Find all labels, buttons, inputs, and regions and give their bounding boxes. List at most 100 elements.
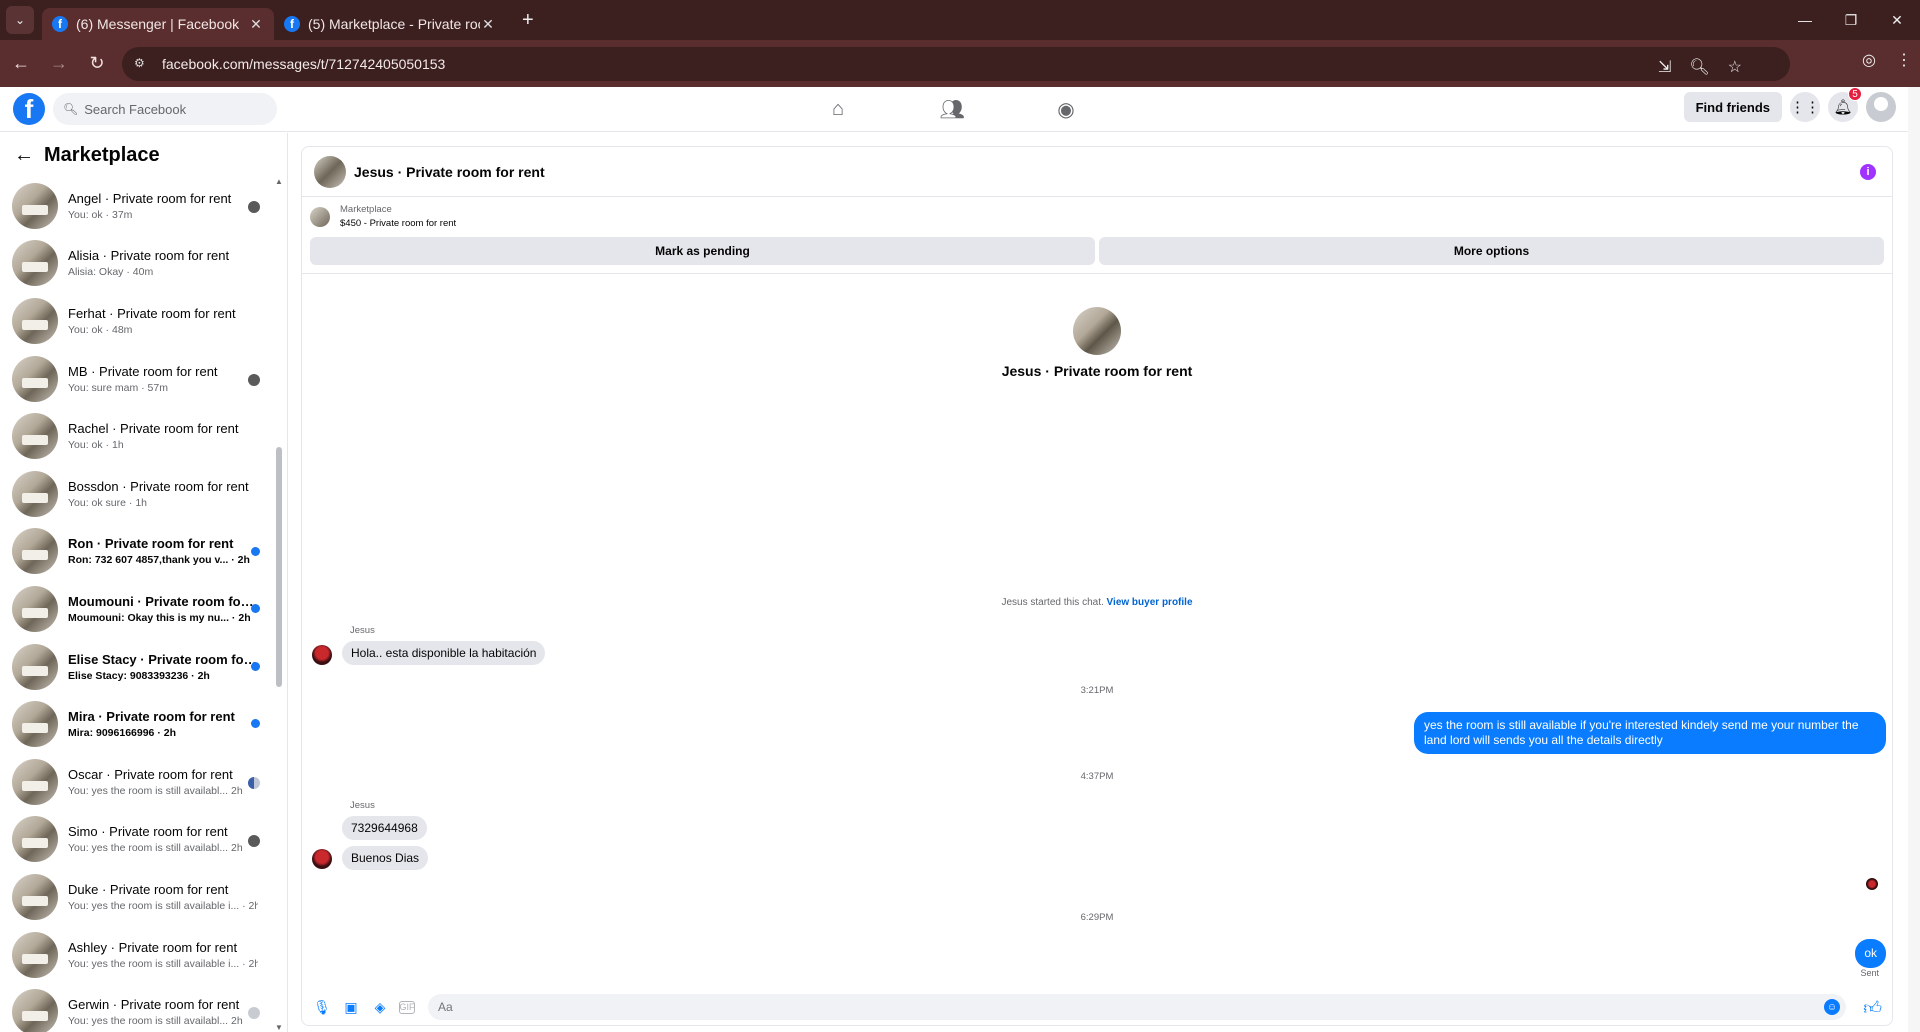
conversation-snippet: You: sure mam · 57m <box>68 381 168 394</box>
conversation-snippet: You: yes the room is still availabl... 2… <box>68 842 243 855</box>
unread-dot <box>251 604 260 614</box>
close-tab-icon[interactable]: ✕ <box>248 16 264 33</box>
scroll-up-icon[interactable]: ▲ <box>275 177 283 186</box>
scrollbar-thumb[interactable] <box>276 447 282 687</box>
more-options-button[interactable]: More options <box>1099 237 1884 265</box>
window-controls: — ❐ ✕ <box>1782 0 1920 40</box>
listing-title: $450 - Private room for rent <box>340 218 457 229</box>
microphone-icon[interactable]: 🎙︎ <box>312 997 332 1017</box>
listing-avatar <box>12 240 58 287</box>
listing-avatar <box>12 758 58 805</box>
site-info-icon[interactable]: ⚙ <box>134 56 150 72</box>
conversation-item[interactable]: MB · Private room for rent You: sure mam … <box>0 350 287 408</box>
friends-icon[interactable]: 👥︎ <box>939 93 964 125</box>
conversation-name: Ferhat · Private room for rent <box>68 305 236 321</box>
back-arrow-icon[interactable]: ← <box>14 144 34 167</box>
facebook-logo-icon[interactable]: f <box>13 93 45 125</box>
conversation-item[interactable]: Simo · Private room for rent You: yes the… <box>0 811 287 869</box>
conversation-item[interactable]: Ashley · Private room for rent You: yes t… <box>0 926 287 984</box>
scroll-down-icon[interactable]: ▼ <box>275 1023 283 1032</box>
conversation-snippet: Alisia: Okay · 40m <box>68 266 154 279</box>
tab-search-button[interactable]: ⌄ <box>6 6 34 34</box>
search-placeholder: Search Facebook <box>84 101 187 117</box>
conversation-item[interactable]: Moumouni · Private room for ... Moumouni:… <box>0 580 287 638</box>
browser-tab-messenger[interactable]: f (6) Messenger | Facebook ✕ <box>42 8 274 40</box>
incoming-message[interactable]: Hola.. esta disponible la habitación <box>342 641 546 665</box>
page-scrollbar[interactable] <box>1908 87 1920 1032</box>
photo-attach-icon[interactable]: ▣ <box>341 997 361 1017</box>
listing-avatar <box>12 413 58 460</box>
view-buyer-profile-link[interactable]: View buyer profile <box>1107 597 1193 608</box>
menu-grid-icon[interactable]: ⋮⋮ <box>1790 92 1820 122</box>
sidebar-scrollbar[interactable]: ▲ ▼ <box>275 177 283 1032</box>
listing-avatar <box>12 643 58 690</box>
listing-avatar <box>12 470 58 517</box>
address-bar[interactable]: ⚙ facebook.com/messages/t/71274240505015… <box>122 47 1790 81</box>
browser-tab-marketplace[interactable]: f (5) Marketplace - Private room ✕ <box>274 8 506 40</box>
listing-summary[interactable]: Marketplace $450 - Private room for rent <box>302 197 1892 237</box>
conversation-item[interactable]: Ferhat · Private room for rent You: ok · … <box>0 292 287 350</box>
account-avatar[interactable] <box>1866 92 1896 122</box>
reload-icon[interactable]: ↻ <box>80 47 114 81</box>
minimize-icon[interactable]: — <box>1782 0 1828 40</box>
conversation-item[interactable]: Duke · Private room for rent You: yes the… <box>0 868 287 926</box>
install-app-icon[interactable]: ⇲ <box>1658 57 1671 77</box>
find-friends-button[interactable]: Find friends <box>1683 92 1782 122</box>
mark-as-pending-button[interactable]: Mark as pending <box>310 237 1095 265</box>
info-icon[interactable]: i <box>1860 164 1876 180</box>
listing-avatar <box>12 989 58 1032</box>
chat-avatar[interactable] <box>314 155 346 188</box>
outgoing-message[interactable]: yes the room is still available if you'r… <box>1414 712 1886 754</box>
forward-icon[interactable]: → <box>42 47 76 81</box>
incoming-message[interactable]: Buenos Dias <box>342 846 429 870</box>
message-input-field[interactable] <box>438 1000 1846 1014</box>
incoming-message[interactable]: 7329644968 <box>342 816 427 840</box>
home-icon[interactable]: ⌂ <box>826 93 850 125</box>
sticker-icon[interactable]: ◈ <box>370 997 390 1017</box>
groups-icon[interactable]: ◉ <box>1054 93 1078 125</box>
listing-avatar <box>12 355 58 402</box>
profile-avatar[interactable] <box>1073 307 1121 355</box>
search-input[interactable]: 🔍︎ Search Facebook <box>53 93 277 125</box>
conversation-item[interactable]: Mira · Private room for rent Mira: 909616… <box>0 695 287 753</box>
listing-source: Marketplace <box>340 204 392 215</box>
sender-avatar[interactable] <box>312 849 332 869</box>
sender-avatar[interactable] <box>312 645 332 665</box>
gif-icon[interactable]: GIF <box>399 1000 415 1014</box>
close-tab-icon[interactable]: ✕ <box>480 16 496 33</box>
conversation-item[interactable]: Oscar · Private room for rent You: yes th… <box>0 753 287 811</box>
conversation-item[interactable]: Alisia · Private room for rent Alisia: Ok… <box>0 235 287 293</box>
conversation-name: Elise Stacy · Private room for r... <box>68 651 258 667</box>
notifications-bell-icon[interactable]: 🔔︎ 5 <box>1828 87 1862 122</box>
back-icon[interactable]: ← <box>4 47 38 81</box>
conversation-snippet: You: yes the room is still availabl... 2… <box>68 1015 243 1028</box>
read-receipt-avatar <box>248 776 260 789</box>
close-window-icon[interactable]: ✕ <box>1874 0 1920 40</box>
thumbs-up-icon[interactable]: 👍︎ <box>1863 997 1882 1019</box>
outgoing-message[interactable]: ok <box>1855 939 1886 968</box>
conversation-item[interactable]: Elise Stacy · Private room for r... Elise… <box>0 638 287 696</box>
conversation-snippet: You: yes the room is still available i..… <box>68 899 258 912</box>
timestamp: 4:37PM <box>1080 771 1114 782</box>
browser-menu-icon[interactable]: ⋮ <box>1896 50 1912 70</box>
zoom-icon[interactable]: 🔍︎ <box>1689 57 1709 77</box>
listing-actions: Mark as pending More options <box>302 237 1892 265</box>
timestamp: 6:29PM <box>1080 912 1114 923</box>
conversation-item[interactable]: Angel · Private room for rent You: ok · 3… <box>0 177 287 235</box>
conversation-item[interactable]: Ron · Private room for rent Ron: 732 607 … <box>0 523 287 581</box>
conversation-item[interactable]: Bossdon · Private room for rent You: ok s… <box>0 465 287 523</box>
read-receipt-avatar <box>248 834 260 847</box>
bookmark-star-icon[interactable]: ☆ <box>1728 57 1742 77</box>
new-tab-button[interactable]: + <box>522 9 534 32</box>
emoji-icon[interactable]: ☺ <box>1824 999 1840 1015</box>
conversation-item[interactable]: Rachel · Private room for rent You: ok · … <box>0 407 287 465</box>
profile-icon[interactable]: ◎ <box>1862 50 1876 70</box>
unread-dot <box>251 546 260 556</box>
restore-icon[interactable]: ❐ <box>1828 0 1874 40</box>
unread-dot <box>251 719 260 729</box>
conversation-snippet: Moumouni: Okay this is my nu... · 2h <box>68 611 251 624</box>
chat-title[interactable]: Jesus · Private room for rent <box>354 164 545 180</box>
message-input[interactable]: ☺ <box>428 994 1846 1020</box>
conversation-snippet: Elise Stacy: 9083393236 · 2h <box>68 669 210 682</box>
conversation-item[interactable]: Gerwin · Private room for rent You: yes t… <box>0 983 287 1032</box>
